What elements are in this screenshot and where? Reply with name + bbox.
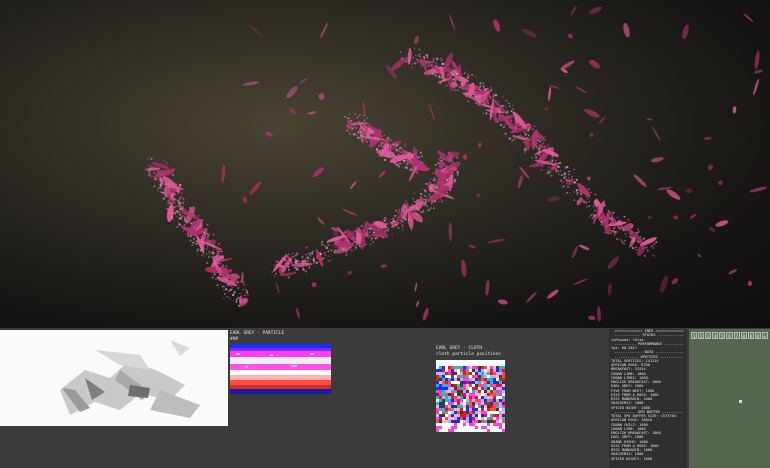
toolbar: 1 2 3 4 5 6 7 8 9 0 +: [689, 329, 770, 339]
info-panel: ============= INFO ============= --------…: [609, 329, 687, 468]
toolbar-button[interactable]: 9: [747, 332, 754, 339]
toolbar-button[interactable]: 8: [740, 332, 747, 339]
toolbar-button[interactable]: 7: [733, 332, 740, 339]
side-panel-marker: [739, 400, 742, 403]
toolbar-button[interactable]: 5: [719, 332, 726, 339]
toolbar-button[interactable]: 6: [726, 332, 733, 339]
particle-position-texture: [230, 344, 331, 394]
depth-buffer-image: [60, 340, 200, 418]
cloth-panel-subtitle: cloth particle positions: [436, 352, 502, 357]
info-lines: ============= INFO ============= --------…: [609, 329, 687, 461]
particle-panel-subtitle: ###: [230, 337, 239, 342]
toolbar-button[interactable]: 3: [705, 332, 712, 339]
depth-buffer-preview: [0, 330, 228, 426]
particle-scene: [145, 5, 767, 322]
cloth-texture-image: [436, 360, 505, 432]
info-line: SPICED NIGHTS: 1000: [611, 456, 653, 461]
toolbar-button[interactable]: 0: [754, 332, 761, 339]
side-panel: 1 2 3 4 5 6 7 8 9 0 +: [689, 329, 770, 468]
toolbar-button[interactable]: 4: [712, 332, 719, 339]
particle-texture-image: [230, 344, 331, 394]
cloth-position-texture: [436, 360, 505, 432]
viewport-3d-scene[interactable]: [0, 0, 770, 328]
toolbar-button[interactable]: 2: [698, 332, 705, 339]
particle-panel-title: EARL GREY - PARTICLE: [230, 331, 285, 336]
cloth-panel-title: EARL GREY - CLOTH: [436, 346, 483, 351]
info-line: ------------ STATUS ------------: [614, 333, 684, 338]
toolbar-button[interactable]: 1: [691, 332, 698, 339]
toolbar-button[interactable]: +: [761, 332, 769, 339]
info-line: ------------- DATA -------------: [614, 350, 684, 355]
